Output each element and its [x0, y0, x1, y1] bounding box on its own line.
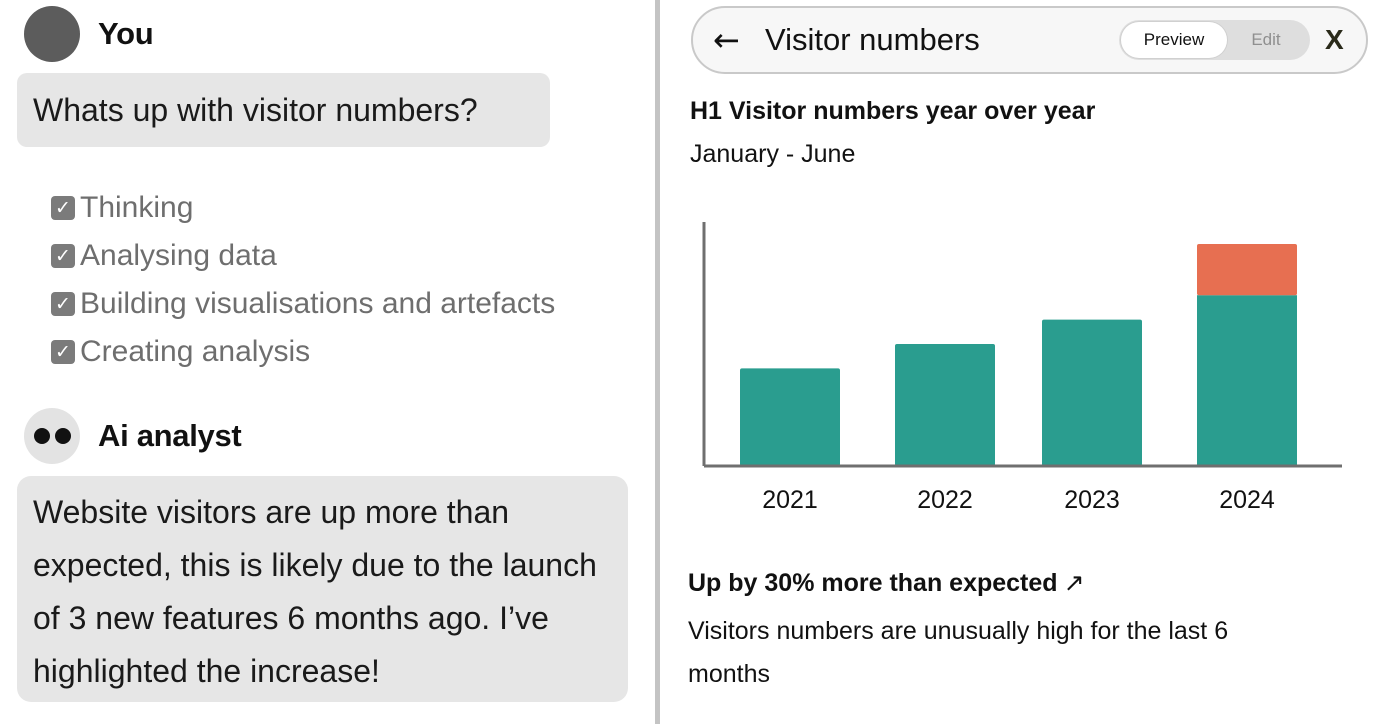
- user-message-text: Whats up with visitor numbers?: [33, 91, 478, 128]
- close-button[interactable]: X: [1325, 21, 1344, 59]
- insight-title-text: Up by 30% more than expected: [688, 569, 1058, 597]
- step-item: ✓ Thinking: [51, 184, 555, 232]
- preview-toggle-option[interactable]: Preview: [1121, 22, 1227, 58]
- step-label: Creating analysis: [80, 335, 311, 368]
- checkbox-checked-icon: ✓: [51, 196, 75, 220]
- x-tick-label: 2022: [917, 486, 973, 514]
- arrow-left-icon[interactable]: ←: [713, 22, 749, 58]
- bar-2024: [1197, 295, 1297, 466]
- x-tick-label: 2021: [762, 486, 818, 514]
- preview-edit-toggle: Preview Edit: [1119, 20, 1310, 60]
- chart-subtitle: January - June: [690, 140, 856, 168]
- user-avatar: [24, 6, 80, 62]
- ai-avatar: [24, 408, 80, 464]
- arrow-up-right-icon: ↗: [1063, 568, 1085, 597]
- checkbox-checked-icon: ✓: [51, 340, 75, 364]
- chart-title: H1 Visitor numbers year over year: [690, 97, 1096, 125]
- bar-2021: [740, 368, 840, 466]
- artefact-title: Visitor numbers: [765, 22, 980, 57]
- ai-avatar-dot: [54, 428, 71, 444]
- edit-toggle-option[interactable]: Edit: [1229, 20, 1303, 60]
- bar-highlight-2024: [1197, 243, 1297, 296]
- step-label: Analysing data: [80, 239, 277, 272]
- user-name: You: [98, 16, 154, 51]
- artefact-header: ← Visitor numbers Preview Edit X: [691, 6, 1368, 74]
- visitor-bar-chart: 2021 2022 2023 2024: [702, 222, 1342, 514]
- artefact-pane: ← Visitor numbers Preview Edit X H1 Visi…: [660, 0, 1386, 724]
- ai-name: Ai analyst: [98, 418, 242, 453]
- bar-2022: [895, 344, 995, 466]
- insight-heading: Up by 30% more than expected ↗: [688, 568, 1085, 598]
- checkbox-checked-icon: ✓: [51, 244, 75, 268]
- user-message-bubble: Whats up with visitor numbers?: [17, 73, 550, 147]
- step-item: ✓ Analysing data: [51, 232, 555, 280]
- ai-avatar-dot: [33, 428, 50, 444]
- user-message-header: You: [24, 6, 154, 62]
- insight-description: Visitors numbers are unusually high for …: [688, 617, 1229, 688]
- x-tick-label: 2024: [1219, 486, 1275, 514]
- x-tick-label: 2023: [1064, 486, 1120, 514]
- step-item: ✓ Creating analysis: [51, 328, 555, 376]
- ai-message-bubble: Website visitors are up more than expect…: [17, 476, 628, 702]
- step-label: Building visualisations and artefacts: [80, 287, 556, 320]
- ai-message-header: Ai analyst: [24, 408, 242, 464]
- progress-steps: ✓ Thinking ✓ Analysing data ✓ Building v…: [51, 184, 555, 376]
- chat-pane: You Whats up with visitor numbers? ✓ Thi…: [0, 0, 655, 724]
- bar-2023: [1042, 319, 1142, 466]
- step-label: Thinking: [80, 191, 194, 224]
- step-item: ✓ Building visualisations and artefacts: [51, 280, 555, 328]
- ai-message-text: Website visitors are up more than expect…: [33, 494, 597, 689]
- checkbox-checked-icon: ✓: [51, 292, 75, 316]
